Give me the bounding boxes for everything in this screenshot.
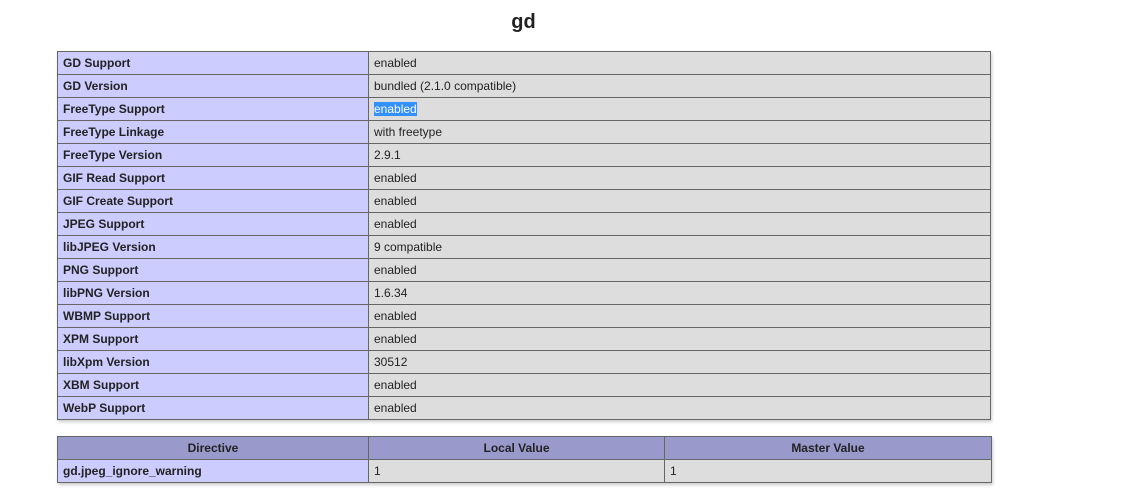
info-row-label: XPM Support [57,327,369,351]
info-row: FreeType Version 2.9.1 [57,143,991,167]
section-title: gd [511,11,536,33]
info-row-value: bundled (2.1.0 compatible) [368,74,991,98]
info-row-label: libXpm Version [57,350,369,374]
info-row-value: enabled [368,51,991,75]
info-row-value: 9 compatible [368,235,991,259]
gd-info-table-body: GD Support enabled GD Version bundled (2.1.… [57,51,991,420]
directive-header-row: Directive Local Value Master Value [57,436,992,460]
info-row: libXpm Version 30512 [57,350,991,374]
directive-row: gd.jpeg_ignore_warning 1 1 [57,459,992,483]
info-row-value: enabled [368,327,991,351]
info-row-label: FreeType Linkage [57,120,369,144]
info-row-value: enabled [368,189,991,213]
info-row: FreeType Linkage with freetype [57,120,991,144]
phpinfo-page: gd GD Support enabled GD Version bundled (2… [0,0,1121,494]
info-row-value: enabled [368,212,991,236]
info-row: FreeType Support enabled [57,97,991,121]
info-row-value: enabled [368,258,991,282]
info-row: libPNG Version 1.6.34 [57,281,991,305]
directive-table-body: gd.jpeg_ignore_warning 1 1 [57,459,992,483]
directive-table: Directive Local Value Master Value gd.jp… [57,436,992,483]
info-row: XPM Support enabled [57,327,991,351]
info-row-label: FreeType Version [57,143,369,167]
selected-text: enabled [374,102,417,116]
info-row: PNG Support enabled [57,258,991,282]
info-row-label: GD Support [57,51,369,75]
directive-local-value: 1 [368,459,665,483]
info-row-value: enabled [368,166,991,190]
info-row-label: libPNG Version [57,281,369,305]
info-row-value: 2.9.1 [368,143,991,167]
info-row-label: GIF Create Support [57,189,369,213]
info-row-label: PNG Support [57,258,369,282]
directive-master-value: 1 [664,459,992,483]
info-row: GD Version bundled (2.1.0 compatible) [57,74,991,98]
info-row-label: GIF Read Support [57,166,369,190]
directive-name: gd.jpeg_ignore_warning [57,459,369,483]
info-row-label: JPEG Support [57,212,369,236]
info-row-value: 30512 [368,350,991,374]
info-row: GD Support enabled [57,51,991,75]
info-row-value: enabled [368,304,991,328]
info-row-label: XBM Support [57,373,369,397]
info-row: libJPEG Version 9 compatible [57,235,991,259]
info-row: WebP Support enabled [57,396,991,420]
info-row: JPEG Support enabled [57,212,991,236]
info-row-label: libJPEG Version [57,235,369,259]
info-row-value: with freetype [368,120,991,144]
info-row-value: enabled [368,396,991,420]
info-row-label: WBMP Support [57,304,369,328]
info-row-value: enabled [368,373,991,397]
info-row: WBMP Support enabled [57,304,991,328]
info-row: GIF Create Support enabled [57,189,991,213]
info-row: GIF Read Support enabled [57,166,991,190]
info-row-label: WebP Support [57,396,369,420]
local-value-column-header: Local Value [368,436,665,460]
info-row-value: enabled [368,97,991,121]
info-row-label: GD Version [57,74,369,98]
info-row-value: 1.6.34 [368,281,991,305]
info-row-label: FreeType Support [57,97,369,121]
master-value-column-header: Master Value [664,436,992,460]
directive-column-header: Directive [57,436,369,460]
info-row: XBM Support enabled [57,373,991,397]
gd-info-table: GD Support enabled GD Version bundled (2.1.… [57,51,991,420]
